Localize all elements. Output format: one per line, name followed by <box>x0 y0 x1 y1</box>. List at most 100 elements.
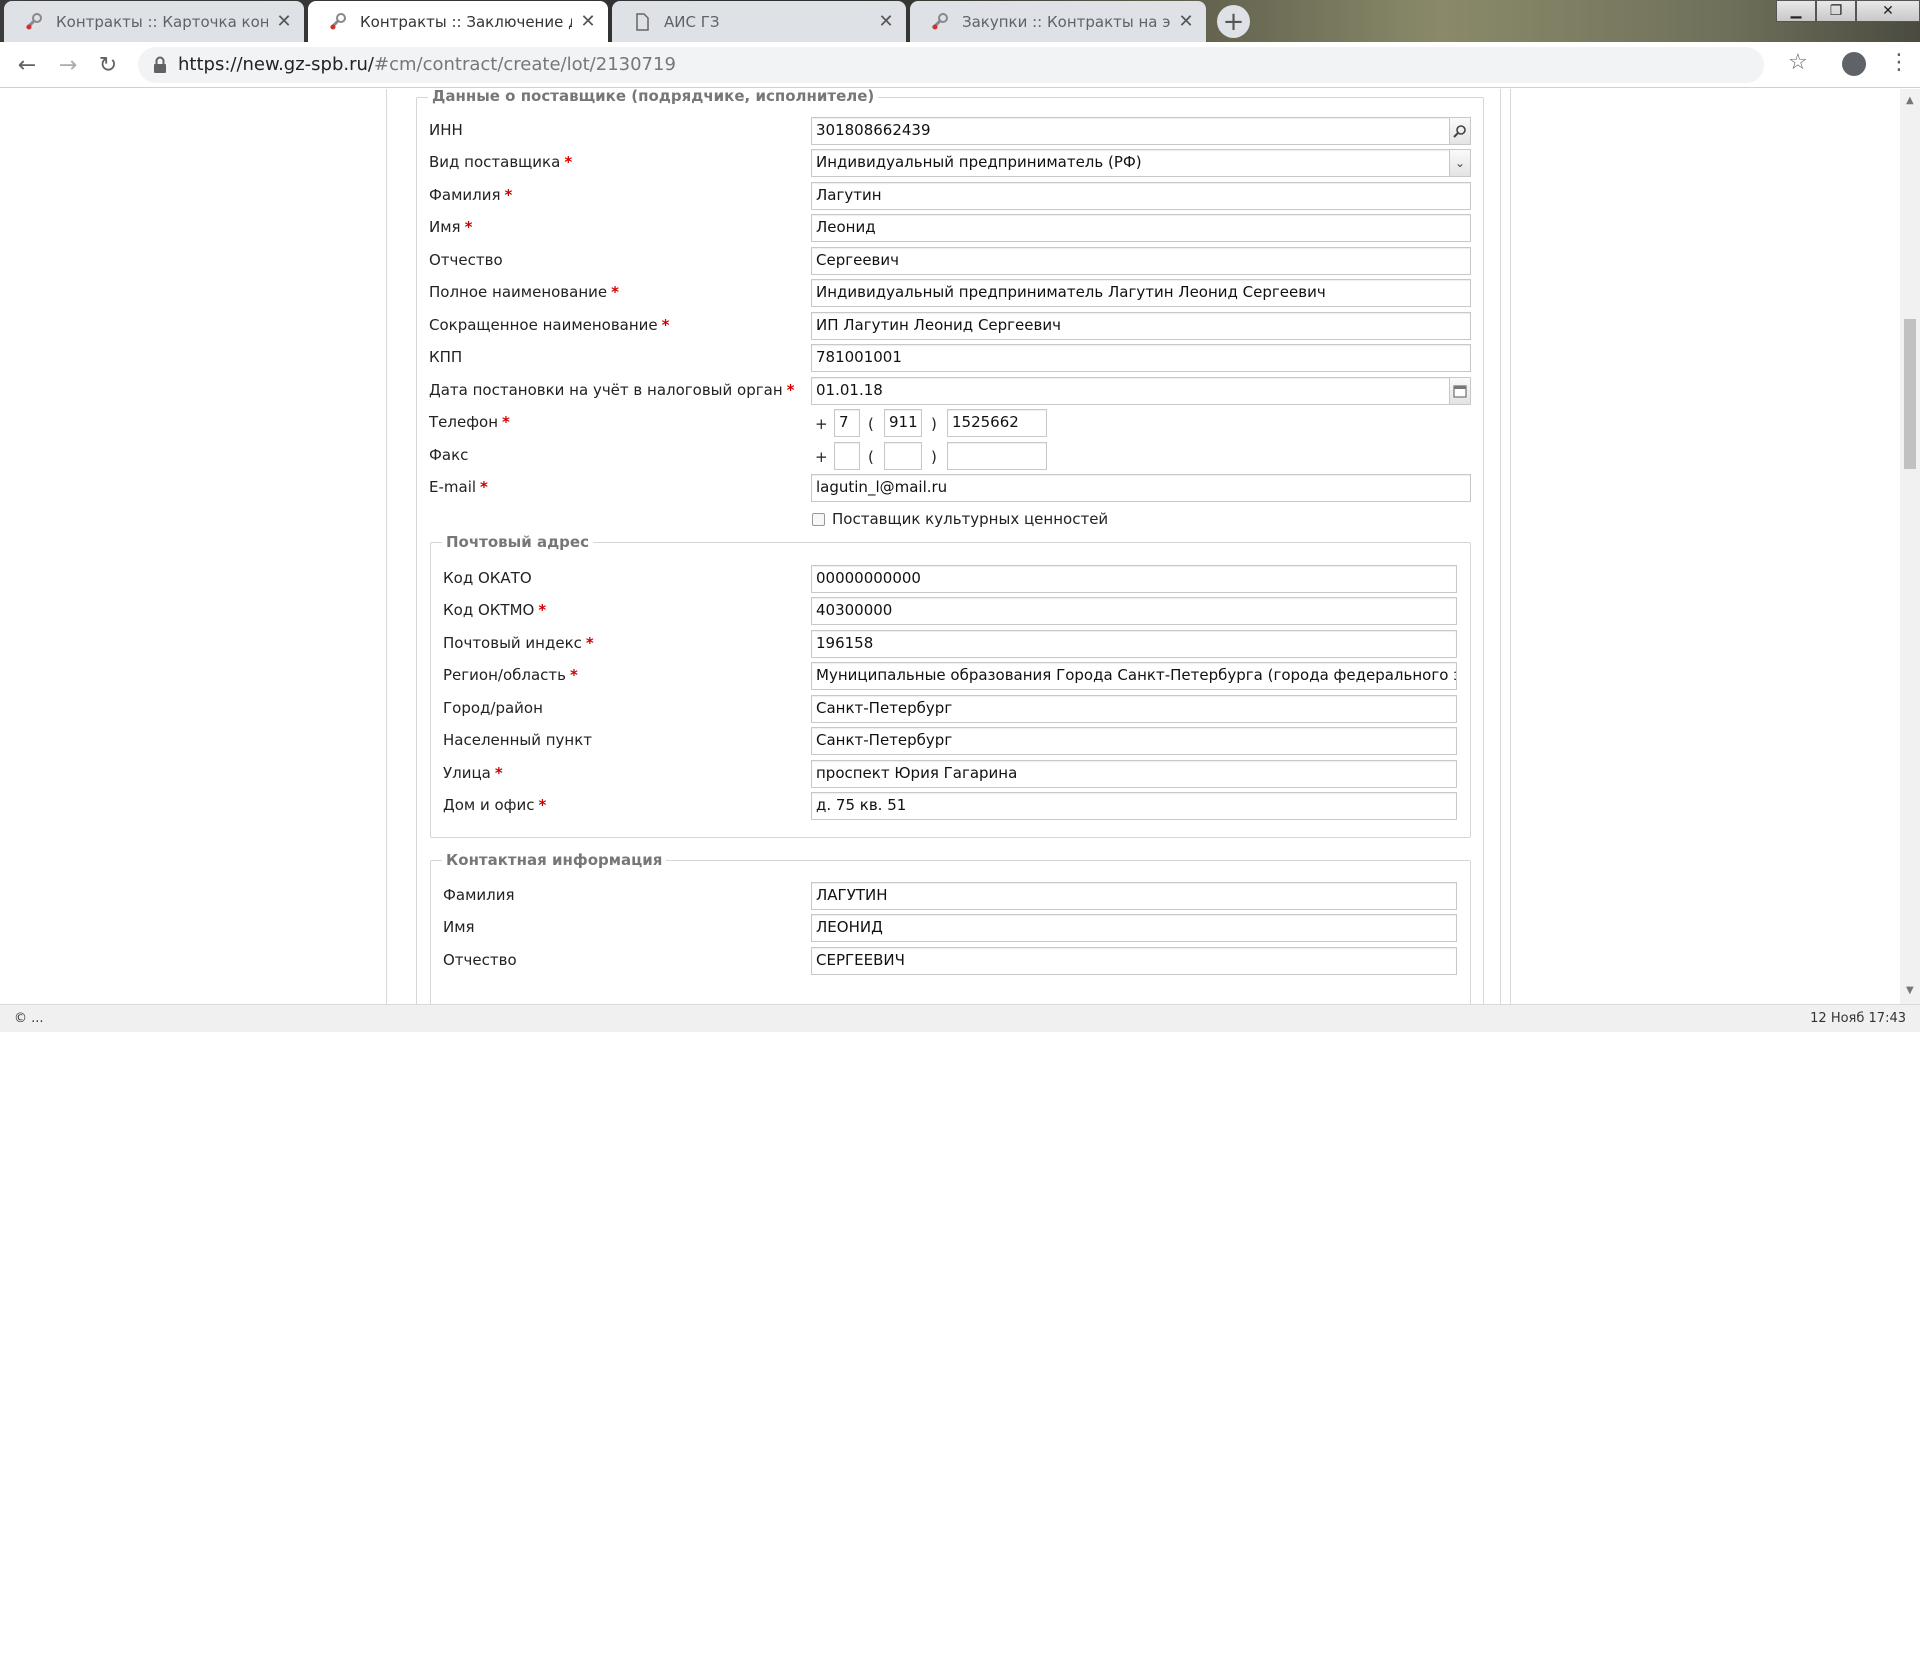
middlename-input[interactable]: Сергеевич <box>811 247 1471 275</box>
window-controls: ▁ ❐ ✕ <box>1776 0 1920 24</box>
chevron-down-icon: ⌄ <box>1454 156 1466 170</box>
label-text: Сокращенное наименование <box>429 316 658 334</box>
browser-menu-icon[interactable]: ⋮ <box>1888 50 1910 75</box>
forward-button[interactable]: → <box>54 51 82 79</box>
phone-country-input[interactable]: 7 <box>834 409 860 437</box>
required-mark: * <box>661 316 670 334</box>
oktmo-input[interactable]: 40300000 <box>811 597 1457 625</box>
phone-paren-close: ) <box>931 415 937 433</box>
locality-label: Населенный пункт <box>443 731 592 749</box>
supplier-type-select[interactable]: Индивидуальный предприниматель (РФ) <box>811 149 1452 177</box>
firstname-input[interactable]: Леонид <box>811 214 1471 242</box>
calendar-button[interactable] <box>1449 377 1471 405</box>
supplier-legend: Данные о поставщике (подрядчике, исполни… <box>428 89 879 105</box>
tab-close-icon[interactable]: ✕ <box>876 11 896 32</box>
tools-icon <box>931 12 948 29</box>
email-label: E-mail * <box>429 478 488 496</box>
tab-title: АИС ГЗ <box>664 12 720 31</box>
phone-code-input[interactable]: 911 <box>884 409 922 437</box>
magnifier-icon <box>1453 125 1466 138</box>
tab-close-icon[interactable]: ✕ <box>578 11 598 32</box>
required-mark: * <box>585 634 594 652</box>
browser-tab-procurement[interactable]: Закупки :: Контракты на этапе исполнения… <box>910 1 1206 42</box>
taxdate-label: Дата постановки на учёт в налоговый орга… <box>429 381 794 399</box>
fax-paren-close: ) <box>931 448 937 466</box>
browser-tab-contract-conclusion[interactable]: Контракты :: Заключение договора ✕ <box>308 1 608 42</box>
required-mark: * <box>538 796 547 814</box>
fax-number-input[interactable] <box>947 442 1047 470</box>
maximize-button[interactable]: ❐ <box>1816 0 1856 22</box>
postal-index-input[interactable]: 196158 <box>811 630 1457 658</box>
new-tab-button[interactable]: + <box>1217 5 1250 38</box>
fullname-label: Полное наименование * <box>429 283 619 301</box>
postal-index-label: Почтовый индекс * <box>443 634 594 652</box>
required-mark: * <box>538 601 547 619</box>
page-content: Данные о поставщике (подрядчике, исполни… <box>0 89 1920 1004</box>
label-text: Населенный пункт <box>443 731 593 749</box>
label-text: Имя <box>429 218 461 236</box>
label-text: Отчество <box>429 251 503 269</box>
reload-button[interactable]: ↻ <box>94 51 122 79</box>
status-copyright: © ... <box>14 1011 44 1026</box>
city-label: Город/район <box>443 699 543 717</box>
browser-tab-contract-card[interactable]: Контракты :: Карточка контракта ✕ <box>4 1 304 42</box>
shortname-input[interactable]: ИП Лагутин Леонид Сергеевич <box>811 312 1471 340</box>
tab-close-icon[interactable]: ✕ <box>274 11 294 32</box>
kpp-label: КПП <box>429 348 462 366</box>
house-input[interactable]: д. 75 кв. 51 <box>811 792 1457 820</box>
label-text: Дата постановки на учёт в налоговый орга… <box>429 381 783 399</box>
label-text: Улица <box>443 764 491 782</box>
label-text: E-mail <box>429 478 477 496</box>
email-input[interactable]: lagutin_l@mail.ru <box>811 474 1471 502</box>
okato-label: Код ОКАТО <box>443 569 532 587</box>
fax-code-input[interactable] <box>884 442 922 470</box>
browser-titlebar: Контракты :: Карточка контракта ✕ Контра… <box>0 0 1920 42</box>
back-button[interactable]: ← <box>13 51 41 79</box>
label-text: Регион/область <box>443 666 566 684</box>
required-mark: * <box>494 764 503 782</box>
close-window-button[interactable]: ✕ <box>1856 0 1920 22</box>
scrollbar-thumb[interactable] <box>1904 319 1916 469</box>
fax-paren-open: ( <box>868 448 874 466</box>
tools-icon <box>329 12 346 29</box>
street-input[interactable]: проспект Юрия Гагарина <box>811 760 1457 788</box>
region-input[interactable]: Муниципальные образования Города Санкт-П… <box>811 662 1457 690</box>
address-bar[interactable]: https://new.gz-spb.ru/#cm/contract/creat… <box>138 47 1764 83</box>
contact-firstname-label: Имя <box>443 918 475 936</box>
supplier-type-dropdown-button[interactable]: ⌄ <box>1449 149 1471 177</box>
status-bar: © ... 12 Нояб 17:43 <box>0 1004 1920 1032</box>
tab-title: Контракты :: Карточка контракта <box>56 12 268 31</box>
fax-country-input[interactable] <box>834 442 860 470</box>
locality-input[interactable]: Санкт-Петербург <box>811 727 1457 755</box>
fullname-input[interactable]: Индивидуальный предприниматель Лагутин Л… <box>811 279 1471 307</box>
inn-search-button[interactable] <box>1449 117 1471 145</box>
page-scrollbar[interactable]: ▲ ▼ <box>1900 89 1920 1004</box>
contact-firstname-input[interactable]: ЛЕОНИД <box>811 914 1457 942</box>
bookmark-star-icon[interactable]: ☆ <box>1788 50 1808 75</box>
middlename-label: Отчество <box>429 251 503 269</box>
url-host: https://new.gz-spb.ru/ <box>178 54 374 75</box>
city-input[interactable]: Санкт-Петербург <box>811 695 1457 723</box>
phone-label: Телефон * <box>429 413 510 431</box>
region-label: Регион/область * <box>443 666 578 684</box>
kpp-input[interactable]: 781001001 <box>811 344 1471 372</box>
label-text: Код ОКТМО <box>443 601 535 619</box>
taxdate-input[interactable]: 01.01.18 <box>811 377 1452 405</box>
phone-number-input[interactable]: 1525662 <box>947 409 1047 437</box>
scroll-down-arrow-icon[interactable]: ▼ <box>1906 985 1914 996</box>
scroll-up-arrow-icon[interactable]: ▲ <box>1906 95 1914 106</box>
inn-input[interactable]: 301808662439 <box>811 117 1452 145</box>
culture-supplier-checkbox[interactable] <box>812 513 825 526</box>
browser-tab-ais-gz[interactable]: АИС ГЗ ✕ <box>612 1 906 42</box>
tab-close-icon[interactable]: ✕ <box>1176 11 1196 32</box>
phone-paren-open: ( <box>868 415 874 433</box>
contact-lastname-input[interactable]: ЛАГУТИН <box>811 882 1457 910</box>
account-icon[interactable] <box>1842 52 1866 76</box>
required-mark: * <box>611 283 619 301</box>
okato-input[interactable]: 00000000000 <box>811 565 1457 593</box>
label-text: Почтовый индекс <box>443 634 582 652</box>
label-text: Дом и офис <box>443 796 535 814</box>
lastname-input[interactable]: Лагутин <box>811 182 1471 210</box>
contact-middlename-input[interactable]: СЕРГЕЕВИЧ <box>811 947 1457 975</box>
minimize-button[interactable]: ▁ <box>1776 0 1816 22</box>
